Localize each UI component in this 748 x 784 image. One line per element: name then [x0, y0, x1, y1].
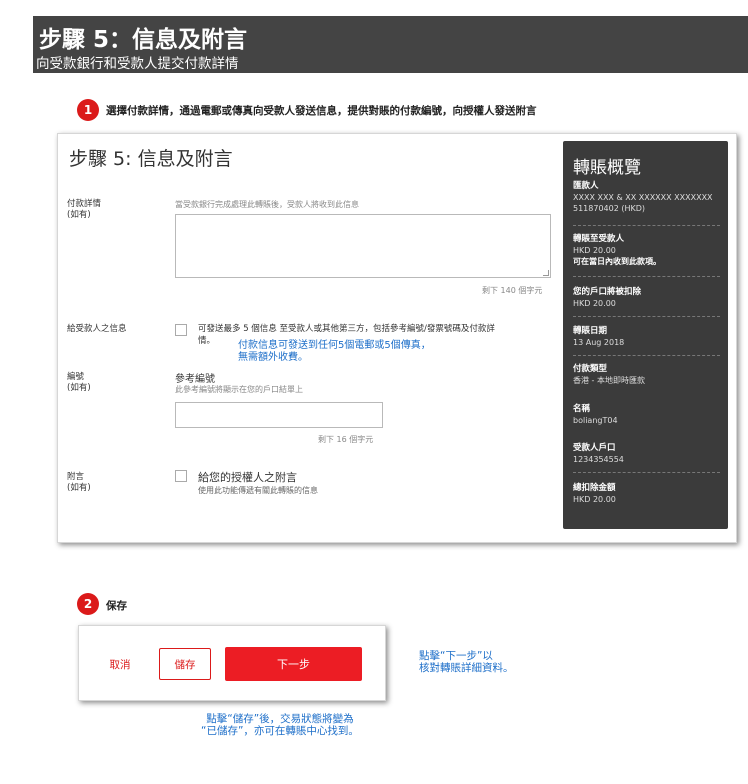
transfer-summary-panel: 轉賬概覽 匯款人 XXXX XXX & XX XXXXXX XXXXXXX 51… [563, 141, 728, 529]
payment-details-textarea[interactable] [175, 214, 551, 278]
reference-label-text: 編號 [67, 372, 85, 382]
next-callout: 點擊“下一步”以 核對轉賬詳細資料。 [419, 650, 514, 674]
attachment-hint: 使用此功能傳遞有關此轉賬的信息 [198, 486, 318, 495]
summary-value: 511870402 (HKD) [573, 204, 646, 213]
reference-optional: (如有) [67, 383, 91, 393]
attachment-label: 附言 (如有) [67, 472, 91, 494]
summary-divider [573, 225, 720, 226]
summary-item-sender: 匯款人 XXXX XXX & XX XXXXXX XXXXXXX 5118704… [573, 181, 720, 214]
payee-message-checkbox[interactable] [175, 324, 187, 336]
attachment-checkbox[interactable] [175, 470, 187, 482]
message-form-panel: 步驟 5: 信息及附言 付款詳情 (如有) 當受款銀行完成處理此轉賬後，受款人將… [57, 133, 737, 543]
summary-label: 付款類型 [573, 364, 608, 374]
step-2-instruction: 保存 [106, 600, 127, 612]
payee-message-note-2: 無需額外收費。 [238, 352, 308, 363]
reference-label: 編號 (如有) [67, 372, 91, 394]
next-callout-line-2: 核對轉賬詳細資料。 [419, 662, 514, 674]
attachment-label-text: 附言 [67, 472, 85, 482]
banner-subtitle: 向受款銀行和受款人提交付款詳情 [36, 56, 239, 72]
save-callout: 點擊“儲存”後，交易狀態將變為 “已儲存”，亦可在轉賬中心找到。 [172, 713, 388, 737]
summary-divider [573, 355, 720, 356]
summary-value: 可在當日內收到此款項。 [573, 257, 661, 266]
summary-item-debit: 您的戶口將被扣除 HKD 20.00 [573, 287, 720, 309]
summary-value: 香港 - 本地即時匯款 [573, 376, 645, 385]
summary-value: boliangT04 [573, 416, 618, 425]
summary-value: 13 Aug 2018 [573, 338, 625, 347]
summary-item-payment-type: 付款類型 香港 - 本地即時匯款 [573, 364, 720, 386]
reference-hint: 此參考編號將顯示在您的戶口結單上 [175, 385, 303, 394]
banner-title: 步驟 5：信息及附言 [39, 27, 248, 53]
summary-value: HKD 20.00 [573, 495, 616, 504]
payee-message-label: 給受款人之信息 [67, 324, 127, 334]
summary-divider [573, 472, 720, 473]
action-bar: 取消 儲存 下一步 [78, 625, 386, 701]
save-button[interactable]: 儲存 [159, 648, 211, 680]
summary-label: 您的戶口將被扣除 [573, 287, 642, 297]
save-callout-line-2: “已儲存”，亦可在轉賬中心找到。 [201, 725, 359, 737]
page-banner: 步驟 5：信息及附言 向受款銀行和受款人提交付款詳情 [33, 16, 748, 73]
payment-details-optional: (如有) [67, 210, 91, 220]
payee-message-note-1: 付款信息可發送到任何5個電郵或5個傳真， [238, 340, 431, 351]
step-1-badge: 1 [77, 99, 99, 121]
summary-item-amount: 轉賬至受款人 HKD 20.00 可在當日內收到此款項。 [573, 234, 720, 267]
summary-item-total: 總扣除金額 HKD 20.00 [573, 483, 720, 505]
cancel-button[interactable]: 取消 [98, 650, 142, 678]
next-callout-line-1: 點擊“下一步”以 [419, 650, 493, 662]
summary-value: 1234354554 [573, 455, 624, 464]
payment-details-label: 付款詳情 (如有) [67, 199, 101, 221]
summary-label: 總扣除金額 [573, 483, 616, 493]
attachment-optional: (如有) [67, 483, 91, 493]
summary-item-name: 名稱 boliangT04 [573, 404, 720, 426]
summary-divider [573, 276, 720, 277]
summary-title: 轉賬概覽 [573, 158, 641, 178]
form-title: 步驟 5: 信息及附言 [69, 148, 233, 170]
summary-label: 轉賬日期 [573, 326, 608, 336]
next-button[interactable]: 下一步 [225, 647, 362, 681]
summary-value: HKD 20.00 [573, 299, 616, 308]
summary-value: XXXX XXX & XX XXXXXX XXXXXXX [573, 193, 713, 202]
resize-grip-icon[interactable] [543, 270, 549, 276]
reference-heading: 參考編號 [175, 374, 215, 385]
summary-item-payee-account: 受款人戶口 1234354554 [573, 443, 720, 465]
reference-char-count: 剩下 16 個字元 [318, 435, 374, 444]
summary-label: 名稱 [573, 404, 591, 414]
summary-value: HKD 20.00 [573, 246, 616, 255]
step-2-badge: 2 [77, 593, 99, 615]
reference-input[interactable] [175, 402, 383, 428]
payment-details-hint: 當受款銀行完成處理此轉賬後，受款人將收到此信息 [175, 200, 359, 209]
payee-message-text-1: 可發送最多 5 個信息 至受款人或其他第三方，包括參考編號/發票號碼及付款詳 [198, 324, 495, 334]
summary-item-date: 轉賬日期 13 Aug 2018 [573, 326, 720, 348]
attachment-heading: 給您的授權人之附言 [198, 471, 297, 484]
payment-details-label-text: 付款詳情 [67, 199, 102, 209]
step-1-instruction: 選擇付款詳情，通過電郵或傳真向受款人發送信息，提供對賬的付款編號，向授權人發送附… [106, 105, 537, 117]
save-callout-line-1: 點擊“儲存”後，交易狀態將變為 [206, 713, 354, 725]
summary-label: 匯款人 [573, 181, 599, 191]
summary-label: 轉賬至受款人 [573, 234, 625, 244]
summary-divider [573, 316, 720, 317]
payment-details-char-count: 剩下 140 個字元 [482, 286, 543, 295]
summary-label: 受款人戶口 [573, 443, 616, 453]
